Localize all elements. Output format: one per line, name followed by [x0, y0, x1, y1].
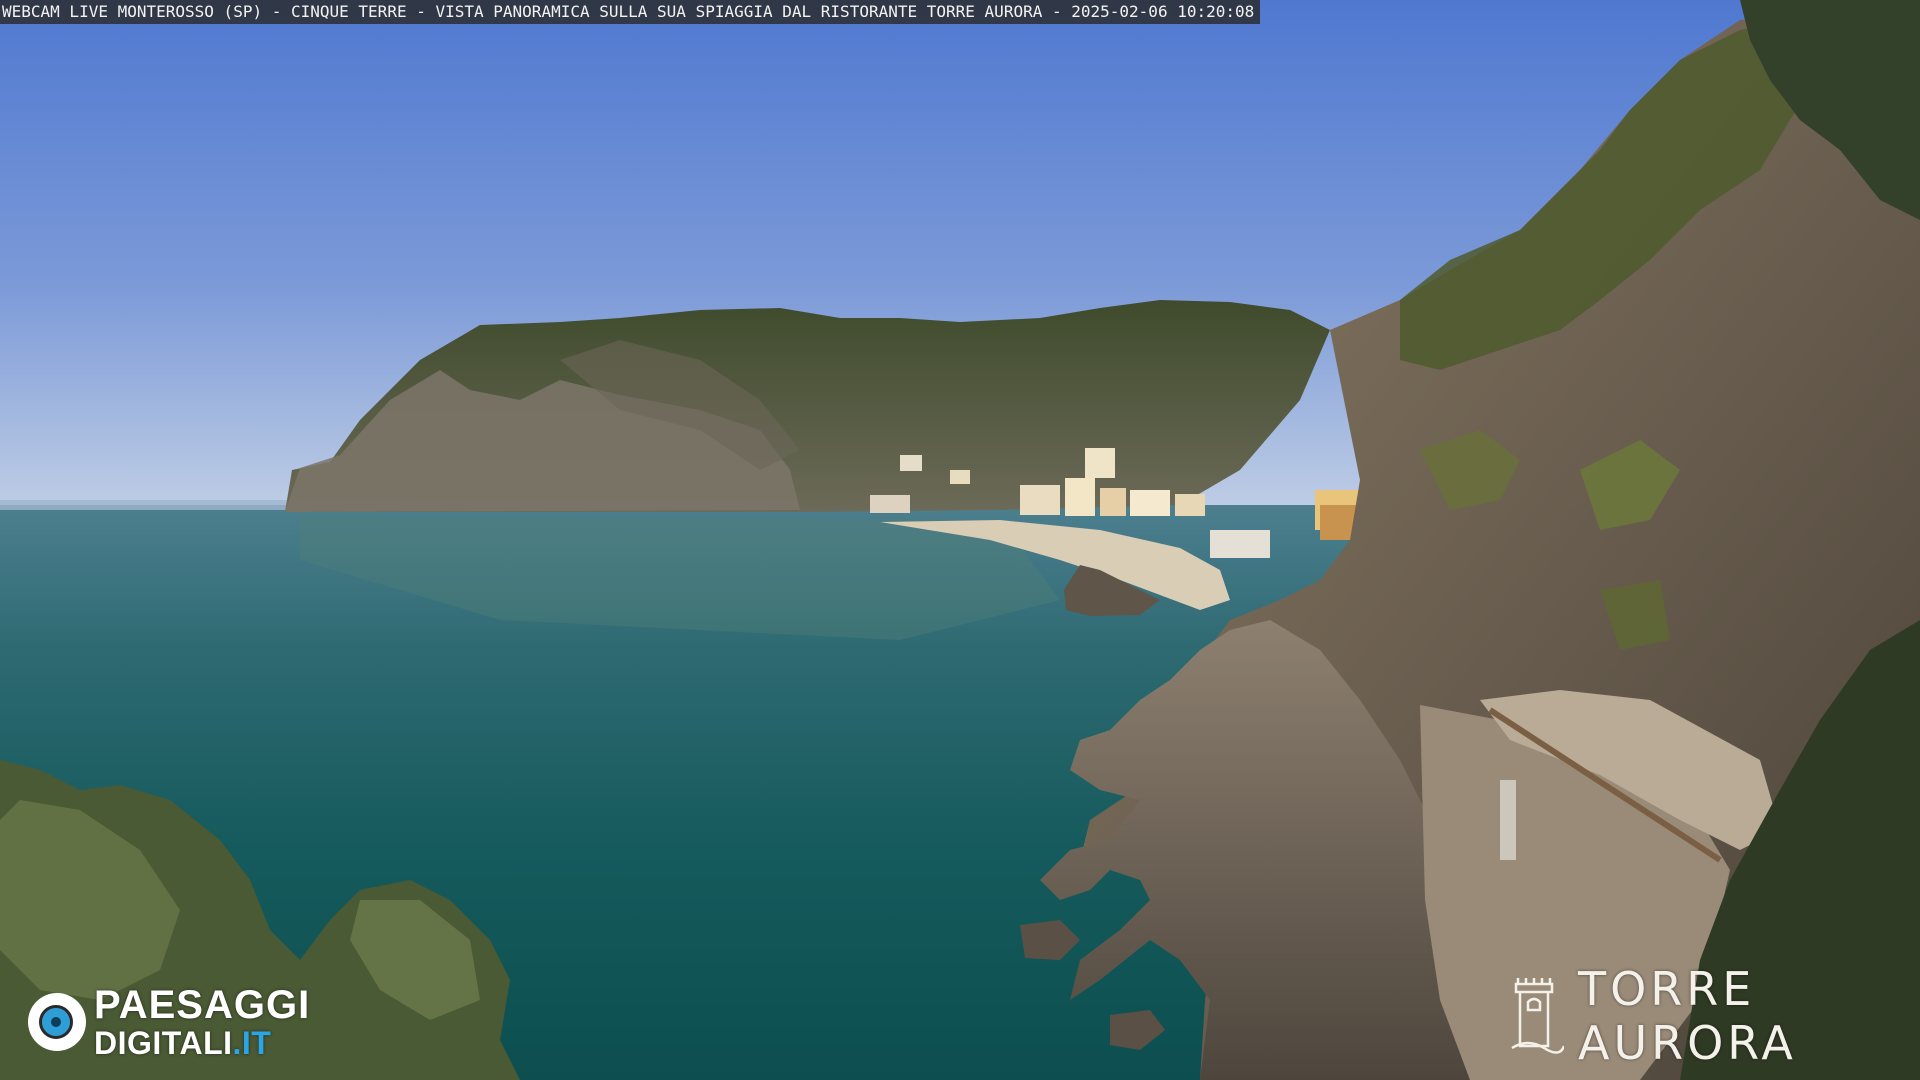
webcam-scene: [0, 0, 1920, 1080]
webcam-frame: WEBCAM LIVE MONTEROSSO (SP) - CINQUE TER…: [0, 0, 1920, 1080]
horizon-haze: [0, 500, 300, 510]
torre-aurora-logo: TORRE AURORA: [1508, 962, 1920, 1070]
eye-logo-icon: [28, 993, 86, 1051]
torre-aurora-text: TORRE AURORA: [1578, 962, 1797, 1070]
logo-line2-tld: .IT: [232, 1025, 272, 1061]
logo-line2-main: DIGITALI: [94, 1025, 233, 1061]
paesaggi-digitali-logo: PAESAGGI DIGITALI.IT: [28, 983, 311, 1059]
webcam-caption: WEBCAM LIVE MONTEROSSO (SP) - CINQUE TER…: [0, 0, 1261, 24]
tower-logo-icon: [1511, 978, 1564, 1054]
logo-line1: PAESAGGI: [94, 983, 311, 1027]
